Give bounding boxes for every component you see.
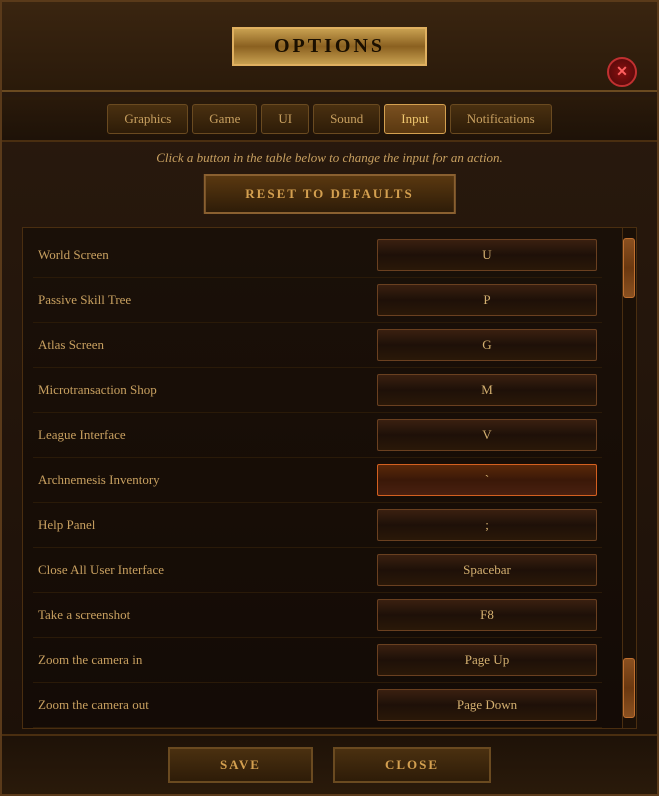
save-button[interactable]: SAVE — [168, 747, 313, 783]
tab-input[interactable]: Input — [384, 104, 445, 134]
instruction-text: Click a button in the table below to cha… — [32, 150, 627, 166]
action-label: Zoom the camera in — [38, 652, 377, 668]
action-label: Close All User Interface — [38, 562, 377, 578]
keybind-row: League InterfaceV — [33, 413, 602, 458]
key-button[interactable]: Page Down — [377, 689, 597, 721]
keybind-list: World ScreenUPassive Skill TreePAtlas Sc… — [23, 228, 622, 729]
key-button[interactable]: G — [377, 329, 597, 361]
key-button[interactable]: Spacebar — [377, 554, 597, 586]
key-button[interactable]: P — [377, 284, 597, 316]
keybind-row: Atlas ScreenG — [33, 323, 602, 368]
title-box: Options — [232, 27, 427, 66]
window-title: Options — [274, 35, 385, 57]
keybind-row: Zoom the camera outPage Down — [33, 683, 602, 728]
close-button[interactable]: CLOSE — [333, 747, 491, 783]
key-button[interactable]: M — [377, 374, 597, 406]
tab-notifications[interactable]: Notifications — [450, 104, 552, 134]
action-label: Passive Skill Tree — [38, 292, 377, 308]
bottom-bar: SAVE CLOSE — [2, 734, 657, 794]
key-button[interactable]: V — [377, 419, 597, 451]
action-label: World Screen — [38, 247, 377, 263]
reset-defaults-button[interactable]: RESET TO DEFAULTS — [203, 174, 455, 214]
tab-ui[interactable]: UI — [261, 104, 309, 134]
keybind-row: Microtransaction ShopM — [33, 368, 602, 413]
keybind-row: Archnemesis Inventory` — [33, 458, 602, 503]
action-label: Take a screenshot — [38, 607, 377, 623]
window-header: Options — [2, 2, 657, 92]
scrollbar-track[interactable] — [622, 228, 636, 728]
close-icon-button[interactable]: ✕ — [607, 57, 637, 87]
key-button[interactable]: ` — [377, 464, 597, 496]
action-label: Atlas Screen — [38, 337, 377, 353]
tab-graphics[interactable]: Graphics — [107, 104, 188, 134]
keybind-row: Take a screenshotF8 — [33, 593, 602, 638]
key-button[interactable]: F8 — [377, 599, 597, 631]
key-button[interactable]: Page Up — [377, 644, 597, 676]
tab-sound[interactable]: Sound — [313, 104, 380, 134]
keybind-list-container: World ScreenUPassive Skill TreePAtlas Sc… — [22, 227, 637, 729]
action-label: Archnemesis Inventory — [38, 472, 377, 488]
action-label: Help Panel — [38, 517, 377, 533]
tabs-bar: GraphicsGameUISoundInputNotifications — [2, 97, 657, 142]
keybind-row: Help Panel; — [33, 503, 602, 548]
key-button[interactable]: ; — [377, 509, 597, 541]
keybind-row: World ScreenU — [33, 233, 602, 278]
key-button[interactable]: U — [377, 239, 597, 271]
keybind-row: Zoom the camera inPage Up — [33, 638, 602, 683]
tab-game[interactable]: Game — [192, 104, 257, 134]
scrollbar-thumb-top[interactable] — [623, 238, 635, 298]
action-label: Microtransaction Shop — [38, 382, 377, 398]
action-label: Zoom the camera out — [38, 697, 377, 713]
keybind-row: Toggle Performance MetricsF1 — [33, 728, 602, 729]
keybind-row: Close All User InterfaceSpacebar — [33, 548, 602, 593]
options-window: Options ✕ GraphicsGameUISoundInputNotifi… — [0, 0, 659, 796]
scrollbar-thumb-bottom[interactable] — [623, 658, 635, 718]
action-label: League Interface — [38, 427, 377, 443]
keybind-row: Passive Skill TreeP — [33, 278, 602, 323]
